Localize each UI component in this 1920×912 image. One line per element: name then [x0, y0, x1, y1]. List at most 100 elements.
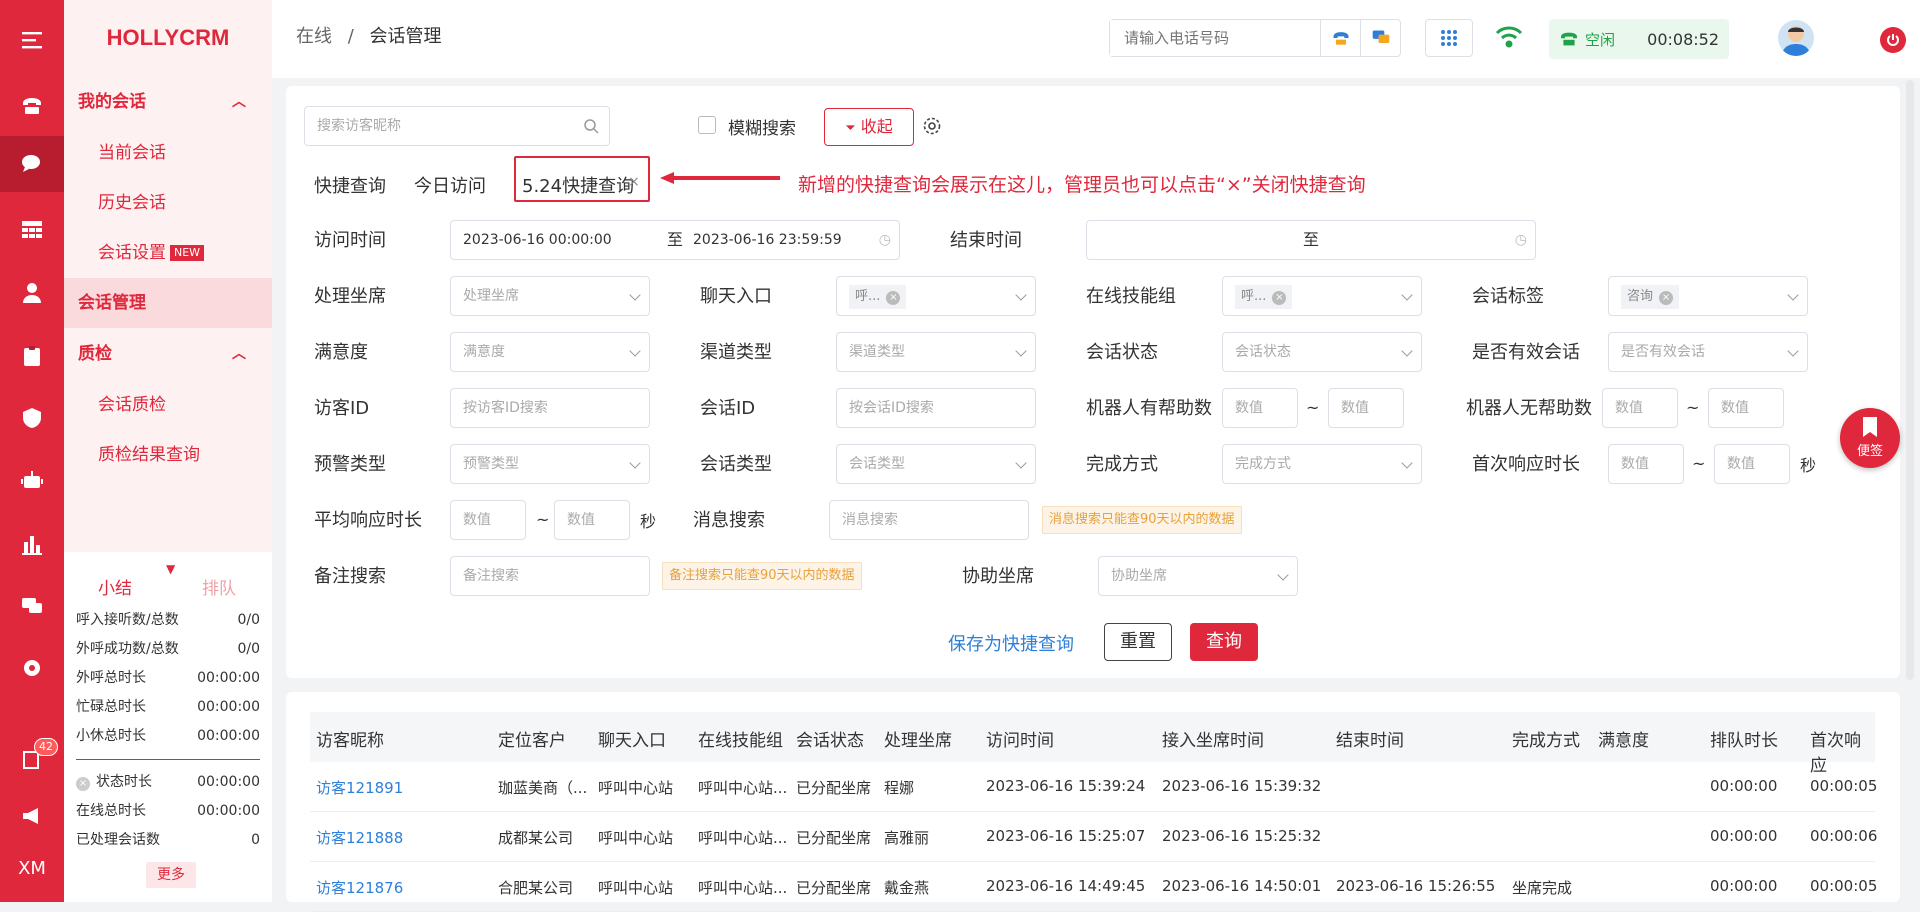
channel-select[interactable]: 渠道类型 [836, 332, 1036, 372]
collapse-button[interactable]: ⏷ 收起 [824, 108, 914, 146]
tag-select[interactable]: 咨询 × [1608, 276, 1808, 316]
divider [76, 759, 260, 760]
power-icon[interactable] [1880, 27, 1906, 53]
first-resp-label: 首次响应时长 [1472, 454, 1580, 475]
robot-icon[interactable] [0, 452, 64, 508]
notes-float-button[interactable]: 便签 [1840, 408, 1900, 468]
close-icon[interactable]: × [628, 174, 640, 190]
sidebar-group-label: 质检 [78, 344, 112, 364]
first-resp-max[interactable]: 数值 [1714, 444, 1790, 484]
apps-grid-icon[interactable] [1425, 19, 1473, 57]
end-time-label: 结束时间 [950, 230, 1022, 251]
user-icon[interactable] [0, 265, 64, 321]
visitor-id-input[interactable]: 按访客ID搜索 [450, 388, 650, 428]
sidebar-item-history[interactable]: 历史会话 [64, 178, 272, 228]
reset-button[interactable]: 重置 [1104, 623, 1172, 661]
visit-time-range[interactable]: 2023-06-16 00:00:00 至 2023-06-16 23:59:5… [450, 220, 900, 260]
clipboard-icon[interactable] [0, 328, 64, 384]
avg-resp-min[interactable]: 数值 [450, 500, 526, 540]
quick-query-today[interactable]: 今日访问 [414, 172, 486, 198]
phone-icon[interactable] [0, 78, 64, 134]
assist-label: 协助坐席 [962, 566, 1034, 587]
table-row[interactable]: 访客121876 合肥某公司 呼叫中心站 呼叫中心站... 已分配坐席 戴金燕 … [310, 862, 1877, 912]
save-quick-query-link[interactable]: 保存为快捷查询 [948, 630, 1074, 656]
user-initials[interactable]: XM [0, 858, 64, 879]
session-id-label: 会话ID [700, 398, 756, 419]
message-icon[interactable] [1360, 20, 1400, 56]
chat-icon[interactable] [0, 136, 64, 192]
session-id-input[interactable]: 按会话ID搜索 [836, 388, 1036, 428]
status-icon: × [76, 777, 90, 791]
visitor-id-label: 访客ID [314, 398, 370, 419]
valid-select[interactable]: 是否有效会话 [1608, 332, 1808, 372]
nickname-search-input[interactable]: 搜索访客昵称 [304, 106, 610, 146]
shield-icon[interactable] [0, 390, 64, 446]
notification-badge: 42 [34, 738, 58, 756]
settings-icon[interactable] [0, 640, 64, 696]
avatar[interactable] [1778, 20, 1814, 56]
state-select[interactable]: 会话状态 [1222, 332, 1422, 372]
stat-row: 已处理会话数 0 [76, 832, 260, 848]
sidebar-item-label: 会话设置 [98, 243, 166, 263]
clock-icon: ◷ [1514, 232, 1527, 248]
query-button[interactable]: 查询 [1190, 623, 1258, 661]
float-button-label: 便签 [1856, 444, 1883, 459]
stat-row: 外呼总时长 00:00:00 [76, 670, 260, 686]
agent-status[interactable]: 空闲 00:08:52 [1549, 19, 1729, 59]
sidebar-group-qc[interactable]: 质检 ︿ [64, 328, 272, 380]
first-resp-min[interactable]: 数值 [1608, 444, 1684, 484]
fuzzy-checkbox[interactable] [698, 116, 716, 134]
tab-queue[interactable]: 排队 [202, 574, 236, 599]
close-icon: × [1659, 291, 1674, 305]
table-row[interactable]: 访客121891 珈蓝美商（... 呼叫中心站 呼叫中心站... 已分配坐席 程… [310, 762, 1877, 812]
collapse-icon[interactable]: ▼ [166, 562, 175, 576]
table-header: 访客昵称 定位客户 聊天入口 在线技能组 会话状态 处理坐席 访问时间 接入坐席… [310, 712, 1875, 776]
note-input[interactable]: 备注搜索 [450, 556, 650, 596]
bot-help-min[interactable]: 数值 [1222, 388, 1298, 428]
bar-chart-icon[interactable] [0, 516, 64, 572]
dial-icon[interactable] [1320, 20, 1360, 56]
sidebar-item-current[interactable]: 当前会话 [64, 128, 272, 178]
agent-select[interactable]: 处理坐席 [450, 276, 650, 316]
end-time-range[interactable]: 至 ◷ [1086, 220, 1536, 260]
wifi-icon [1494, 24, 1524, 54]
msg-input[interactable]: 消息搜索 [829, 500, 1029, 540]
satisfaction-select[interactable]: 满意度 [450, 332, 650, 372]
entry-select[interactable]: 呼... × [836, 276, 1036, 316]
sidebar-item-settings[interactable]: 会话设置 NEW [64, 228, 272, 278]
quick-query-custom[interactable]: 5.24快捷查询 × [514, 156, 650, 202]
skill-select[interactable]: 呼... × [1222, 276, 1422, 316]
table-icon[interactable] [0, 202, 64, 258]
fuzzy-label: 模糊搜索 [728, 119, 796, 139]
bot-nohelp-label: 机器人无帮助数 [1466, 398, 1592, 419]
scrollbar[interactable] [1906, 80, 1914, 680]
breadcrumb-online[interactable]: 在线 [296, 26, 332, 47]
phone-input[interactable] [1110, 20, 1320, 56]
notes-icon[interactable] [0, 730, 64, 786]
gear-icon[interactable] [922, 116, 942, 136]
warn-select[interactable]: 预警类型 [450, 444, 650, 484]
visit-time-label: 访问时间 [314, 230, 386, 251]
chevron-up-icon: ︿ [232, 94, 246, 110]
megaphone-icon[interactable] [0, 788, 64, 844]
tab-summary[interactable]: 小结 [98, 574, 132, 599]
message-icon[interactable] [0, 578, 64, 634]
assist-select[interactable]: 协助坐席 [1098, 556, 1298, 596]
sidebar-item-qc[interactable]: 会话质检 [64, 380, 272, 430]
table-row[interactable]: 访客121888 成都某公司 呼叫中心站 呼叫中心站... 已分配坐席 高雅丽 … [310, 812, 1877, 862]
finish-select[interactable]: 完成方式 [1222, 444, 1422, 484]
avg-resp-label: 平均响应时长 [314, 510, 422, 531]
bookmark-icon [1863, 417, 1877, 437]
menu-icon[interactable] [0, 12, 64, 68]
sidebar-item-qc-result[interactable]: 质检结果查询 [64, 430, 272, 480]
sidebar-item-session-manage[interactable]: 会话管理 [64, 278, 272, 328]
bot-help-max[interactable]: 数值 [1328, 388, 1404, 428]
session-type-select[interactable]: 会话类型 [836, 444, 1036, 484]
bot-nohelp-max[interactable]: 数值 [1708, 388, 1784, 428]
tag-label: 会话标签 [1472, 286, 1544, 307]
sidebar-group-my-sessions[interactable]: 我的会话 ︿ [64, 76, 272, 128]
avg-resp-max[interactable]: 数值 [554, 500, 630, 540]
stat-row: 忙碌总时长 00:00:00 [76, 699, 260, 715]
more-button[interactable]: 更多 [146, 862, 196, 888]
bot-nohelp-min[interactable]: 数值 [1602, 388, 1678, 428]
